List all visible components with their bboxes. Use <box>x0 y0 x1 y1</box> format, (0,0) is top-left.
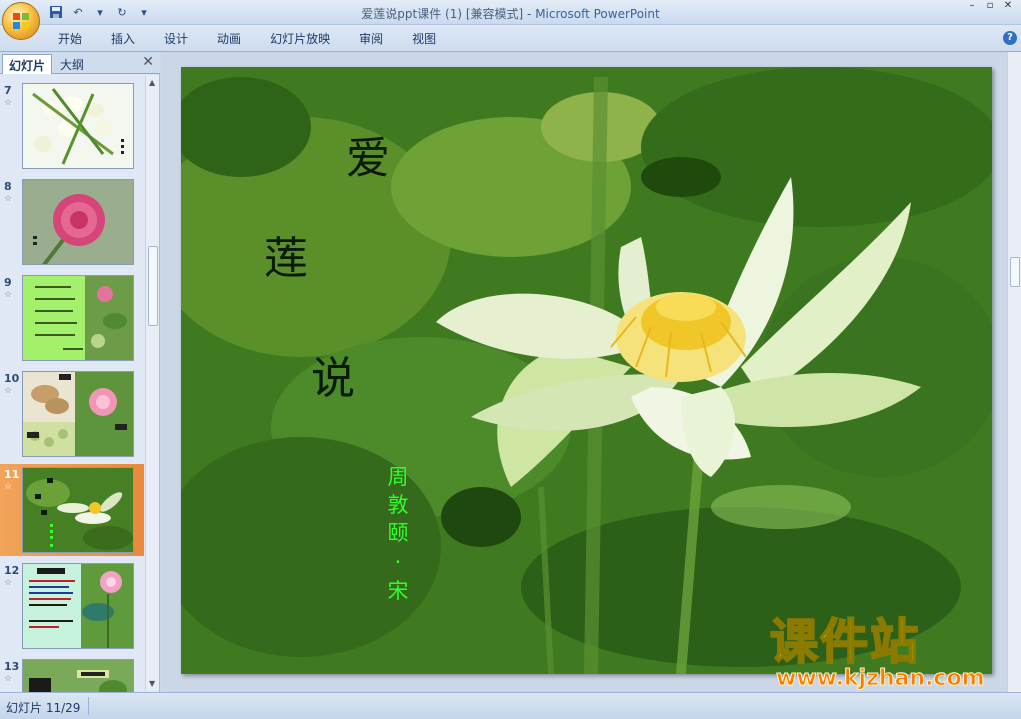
tab-slideshow[interactable]: 幻灯片放映 <box>270 30 345 47</box>
animation-star-icon: ☆ <box>4 290 13 300</box>
slide-thumbnail-selected[interactable]: 11 ☆ <box>0 464 144 556</box>
status-bar: 幻灯片 11/29 <box>0 692 1021 719</box>
scrollbar-thumb[interactable] <box>148 246 158 326</box>
slide-number: 12 <box>4 564 20 577</box>
slide-number: 11 <box>4 468 20 481</box>
title-bar: ↶ ▾ ↻ ▾ 爱莲说ppt课件 (1) [兼容模式] - Microsoft … <box>0 0 1021 40</box>
slide-number: 10 <box>4 372 20 385</box>
slide-number: 9 <box>4 276 12 289</box>
office-logo-icon <box>13 13 29 29</box>
scroll-down-icon[interactable]: ▼ <box>149 679 155 688</box>
slide-number: 7 <box>4 84 12 97</box>
tab-home[interactable]: 开始 <box>58 30 97 47</box>
document-title: 爱莲说ppt课件 (1) [兼容模式] - <box>361 7 536 21</box>
thumbnail-image <box>22 563 134 649</box>
restore-icon[interactable]: ▫ <box>981 0 999 14</box>
thumbnail-image <box>22 179 134 265</box>
tab-outline[interactable]: 大纲 <box>54 54 90 74</box>
tab-review[interactable]: 审阅 <box>359 30 398 47</box>
slide-title-char: 莲 <box>264 233 308 284</box>
close-window-icon[interactable]: ✕ <box>999 0 1017 14</box>
thumbnail-image <box>22 467 134 553</box>
author-char: 周 <box>387 465 409 489</box>
slide-thumbnail[interactable]: 9 ☆ <box>0 272 144 364</box>
slide-thumbnail[interactable]: 10 ☆ <box>0 368 144 460</box>
slide-thumbnail[interactable]: 12 ☆ <box>0 560 144 652</box>
current-slide[interactable]: 爱 莲 说 周 敦 颐 · 宋 <box>181 67 992 674</box>
tab-insert[interactable]: 插入 <box>111 30 150 47</box>
window-controls: – ▫ ✕ <box>963 0 1017 14</box>
close-panel-icon[interactable]: ✕ <box>142 54 154 70</box>
slides-panel: 幻灯片 大纲 ✕ 7 ☆ 8 ☆ 9 ☆ 10 ☆ 11 ☆ 12 ☆ 13 ☆… <box>0 52 160 692</box>
lotus-background-image <box>181 67 992 674</box>
tab-design[interactable]: 设计 <box>164 30 203 47</box>
slide-counter: 幻灯片 11/29 <box>6 701 81 715</box>
scrollbar-thumb[interactable] <box>1010 257 1020 287</box>
animation-star-icon: ☆ <box>4 482 13 492</box>
thumbnail-image <box>22 275 134 361</box>
slide-editing-area: 爱 莲 说 周 敦 颐 · 宋 <box>161 52 1007 692</box>
thumbnail-image <box>22 371 134 457</box>
minimize-icon[interactable]: – <box>963 0 981 14</box>
slide-title-char: 说 <box>311 353 355 404</box>
animation-star-icon: ☆ <box>4 194 13 204</box>
thumbnail-list: 7 ☆ 8 ☆ 9 ☆ 10 ☆ 11 ☆ 12 ☆ 13 ☆ <box>0 76 144 692</box>
ribbon: 开始 插入 设计 动画 幻灯片放映 审阅 视图 ? <box>0 25 1021 52</box>
slide-number: 13 <box>4 660 20 673</box>
slide-scrollbar[interactable] <box>1007 52 1021 692</box>
help-icon[interactable]: ? <box>1003 31 1017 45</box>
author-char: 颐 <box>387 521 409 545</box>
scroll-up-icon[interactable]: ▲ <box>149 78 155 87</box>
slide-title-char: 爱 <box>346 133 390 184</box>
slide-thumbnail[interactable]: 8 ☆ <box>0 176 144 268</box>
author-char: 敦 <box>387 493 409 517</box>
animation-star-icon: ☆ <box>4 578 13 588</box>
office-button[interactable] <box>2 2 40 40</box>
status-divider <box>88 697 89 715</box>
author-char: · <box>394 550 402 574</box>
author-char: 宋 <box>387 579 409 603</box>
watermark-url: www.kjzhan.com <box>776 666 986 691</box>
slide-thumbnail[interactable]: 7 ☆ <box>0 80 144 172</box>
slide-thumbnail[interactable]: 13 ☆ <box>0 656 144 692</box>
tab-animations[interactable]: 动画 <box>217 30 256 47</box>
app-title: Microsoft PowerPoint <box>535 7 660 21</box>
tab-slides[interactable]: 幻灯片 <box>2 54 53 74</box>
watermark-logo-text: 课件站 <box>769 614 921 670</box>
thumbnail-image <box>22 659 134 692</box>
thumbnail-image <box>22 83 134 169</box>
slide-author-text: 周 敦 颐 · 宋 <box>384 463 412 605</box>
animation-star-icon: ☆ <box>4 674 13 684</box>
animation-star-icon: ☆ <box>4 386 13 396</box>
panel-tabs: 幻灯片 大纲 ✕ <box>0 52 160 74</box>
animation-star-icon: ☆ <box>4 98 13 108</box>
ribbon-tabs: 开始 插入 设计 动画 幻灯片放映 审阅 视图 <box>58 30 465 47</box>
window-title: 爱莲说ppt课件 (1) [兼容模式] - Microsoft PowerPoi… <box>0 5 1021 22</box>
slide-number: 8 <box>4 180 12 193</box>
panel-scrollbar[interactable]: ▲ ▼ <box>145 76 159 690</box>
site-watermark: 课件站 www.kjzhan.com <box>769 614 1002 696</box>
tab-view[interactable]: 视图 <box>412 30 451 47</box>
